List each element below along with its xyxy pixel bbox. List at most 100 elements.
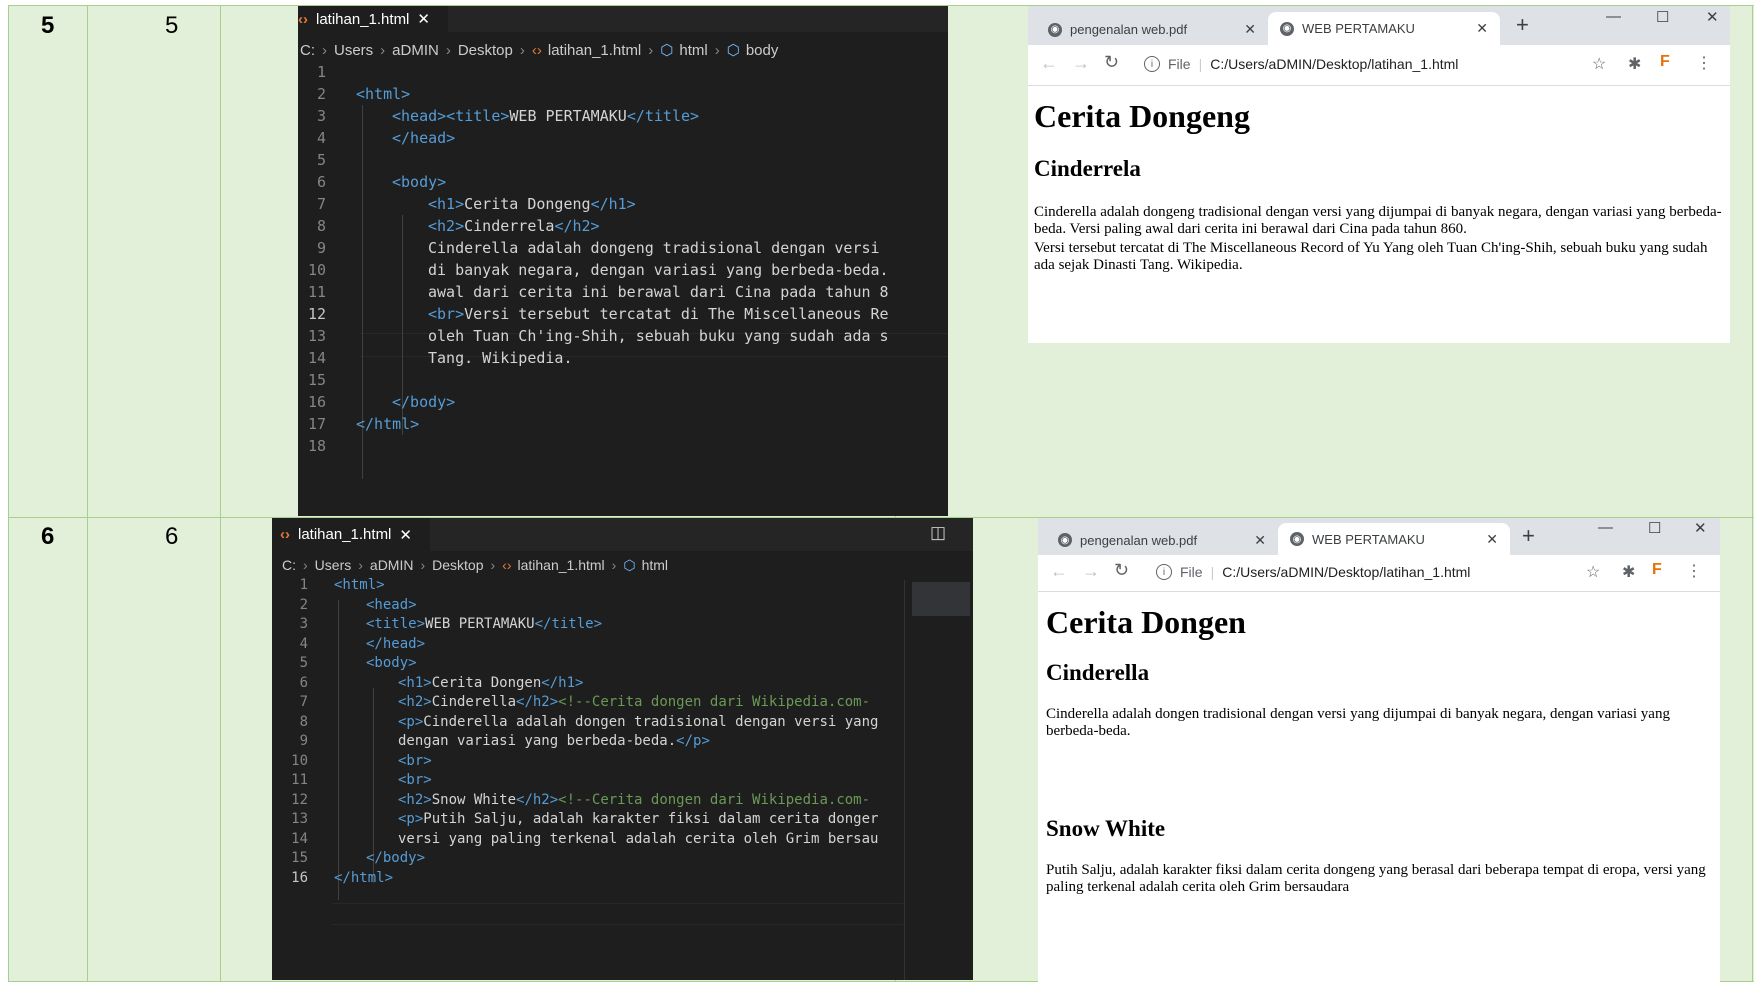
code-token: awal dari cerita ini berawal dari Cina p… [428, 283, 889, 301]
chevron-right-icon: › [445, 41, 451, 59]
code-editor[interactable]: ‹› latihan_1.html ✕ C: › Users › aDMIN ›… [298, 6, 948, 516]
row-number: 6 [165, 523, 179, 550]
element-cube-icon: ⬡ [623, 556, 636, 573]
chevron-right-icon: › [714, 41, 720, 59]
extension-f-icon[interactable]: F [1652, 561, 1662, 579]
browser-tab[interactable]: ◉ pengenalan web.pdf ✕ [1036, 14, 1268, 45]
code-token: </p> [676, 733, 710, 749]
browser-window: ◉ pengenalan web.pdf ✕ ◉ WEB PERTAMAKU ✕… [1028, 6, 1730, 343]
browser-tab[interactable]: ◉ pengenalan web.pdf ✕ [1046, 525, 1278, 555]
chrome-menu-icon[interactable]: ⋮ [1686, 561, 1702, 581]
minimize-button[interactable]: — [1598, 519, 1613, 536]
breadcrumb-item[interactable]: latihan_1.html [548, 42, 641, 59]
close-tab-icon[interactable]: ✕ [1244, 21, 1256, 38]
close-icon[interactable]: ✕ [417, 10, 430, 28]
code-token: </html> [334, 869, 394, 886]
line-number: 13 [291, 811, 308, 827]
browser-tab-label: pengenalan web.pdf [1080, 532, 1198, 548]
reload-button[interactable]: ↻ [1114, 560, 1129, 581]
code-token: </h1> [590, 195, 636, 213]
new-tab-button[interactable]: + [1516, 12, 1529, 38]
table-border [1752, 5, 1753, 982]
split-editor-icon[interactable]: ◫ [930, 523, 946, 543]
code-line: dengan variasi yang berbeda-beda.</p> [398, 732, 710, 752]
code-line: <h2>Snow White</h2><!--Cerita dongen dar… [398, 791, 870, 811]
code-line: <h1>Cerita Dongen</h1> [398, 674, 583, 694]
code-line: awal dari cerita ini berawal dari Cina p… [428, 281, 889, 303]
new-tab-button[interactable]: + [1522, 523, 1535, 549]
extensions-puzzle-icon[interactable]: ✱ [1628, 54, 1641, 74]
close-tab-icon[interactable]: ✕ [1254, 532, 1266, 549]
chevron-right-icon: › [303, 557, 308, 573]
breadcrumb: C: › Users › aDMIN › Desktop › ‹› latiha… [300, 38, 948, 62]
code-token: <!--Cerita dongen dari Wikipedia.com- [558, 694, 871, 710]
line-number: 13 [307, 327, 326, 345]
chrome-menu-icon[interactable]: ⋮ [1696, 53, 1712, 73]
reload-button[interactable]: ↻ [1104, 52, 1119, 73]
browser-toolbar: ← → ↻ i File | C:/Users/aDMIN/Desktop/la… [1038, 555, 1720, 592]
code-token: oleh Tuan Ch'ing-Shih, sebuah buku yang … [428, 327, 889, 345]
minimap-thumb[interactable] [912, 582, 970, 616]
forward-button[interactable]: → [1082, 561, 1100, 582]
code-editor[interactable]: ‹› latihan_1.html ✕ ◫ C: › Users › aDMIN… [272, 518, 973, 980]
forward-button[interactable]: → [1072, 53, 1090, 74]
breadcrumb-item[interactable]: aDMIN [370, 557, 414, 573]
breadcrumb-item[interactable]: aDMIN [392, 42, 439, 59]
code-token: di banyak negara, dengan variasi yang be… [428, 261, 889, 279]
close-tab-icon[interactable]: ✕ [1476, 20, 1488, 37]
code-token: <h2> [398, 694, 432, 710]
browser-window: ◉ pengenalan web.pdf ✕ ◉ WEB PERTAMAKU ✕… [1038, 518, 1720, 982]
breadcrumb-item[interactable]: Users [334, 42, 373, 59]
code-line: </head> [366, 635, 425, 655]
address-bar[interactable]: i File | C:/Users/aDMIN/Desktop/latihan_… [1144, 56, 1458, 72]
maximize-button[interactable]: ☐ [1648, 519, 1661, 537]
line-number: 3 [316, 107, 326, 125]
code-line: <p>Putih Salju, adalah karakter fiksi da… [398, 810, 878, 830]
info-icon: i [1156, 564, 1172, 580]
extension-f-icon[interactable]: F [1660, 53, 1670, 71]
line-number: 5 [299, 655, 308, 671]
breadcrumb-item[interactable]: C: [300, 42, 315, 59]
maximize-button[interactable]: ☐ [1656, 8, 1669, 26]
bookmark-star-icon[interactable]: ☆ [1586, 562, 1600, 582]
breadcrumb-item[interactable]: html [642, 557, 668, 573]
breadcrumb-item[interactable]: html [679, 42, 707, 59]
code-token: Cinderella adalah dongen tradisional den… [423, 713, 879, 730]
editor-tab[interactable]: ‹› latihan_1.html ✕ [298, 6, 448, 32]
close-tab-icon[interactable]: ✕ [1486, 531, 1498, 548]
extensions-puzzle-icon[interactable]: ✱ [1622, 562, 1635, 582]
browser-tab-label: WEB PERTAMAKU [1312, 531, 1425, 547]
back-button[interactable]: ← [1050, 561, 1068, 582]
code-token: Cerita Dongeng [464, 195, 591, 213]
breadcrumb-item[interactable]: Desktop [458, 42, 513, 59]
window-close-button[interactable]: ✕ [1706, 8, 1719, 26]
breadcrumb-item[interactable]: body [746, 42, 779, 59]
close-icon[interactable]: ✕ [399, 526, 412, 544]
bookmark-star-icon[interactable]: ☆ [1592, 54, 1606, 74]
breadcrumb-item[interactable]: C: [282, 557, 296, 573]
line-number: 9 [316, 239, 326, 257]
web-page-content: Cerita Dongeng Cinderrela Cinderella ada… [1028, 86, 1730, 342]
minimize-button[interactable]: — [1606, 8, 1621, 25]
editor-tab[interactable]: ‹› latihan_1.html ✕ [272, 518, 430, 551]
breadcrumb-item[interactable]: Desktop [432, 557, 483, 573]
browser-tab-active[interactable]: ◉ WEB PERTAMAKU ✕ [1278, 523, 1510, 555]
breadcrumb-item[interactable]: latihan_1.html [518, 557, 605, 573]
web-page-content: Cerita Dongen Cinderella Cinderella adal… [1038, 592, 1720, 982]
row-number: 5 [165, 12, 179, 39]
page-heading-1: Cerita Dongeng [1034, 98, 1250, 134]
chevron-right-icon: › [380, 41, 386, 59]
browser-tab-active[interactable]: ◉ WEB PERTAMAKU ✕ [1268, 12, 1500, 45]
code-token: </title> [534, 616, 603, 632]
code-token: <!--Cerita dongen dari Wikipedia.com- [558, 791, 871, 808]
code-token: Putih Salju, adalah karakter fiksi dalam… [423, 811, 879, 827]
address-bar[interactable]: i File | C:/Users/aDMIN/Desktop/latihan_… [1156, 564, 1470, 580]
current-line-highlight [332, 903, 903, 925]
chevron-right-icon: › [611, 557, 617, 573]
breadcrumb-item[interactable]: Users [315, 557, 352, 573]
info-icon: i [1144, 56, 1160, 72]
page-paragraph: Cinderella adalah dongen tradisional den… [1046, 706, 1670, 739]
window-close-button[interactable]: ✕ [1694, 519, 1707, 537]
code-token: <br> [398, 752, 432, 769]
back-button[interactable]: ← [1040, 53, 1058, 74]
